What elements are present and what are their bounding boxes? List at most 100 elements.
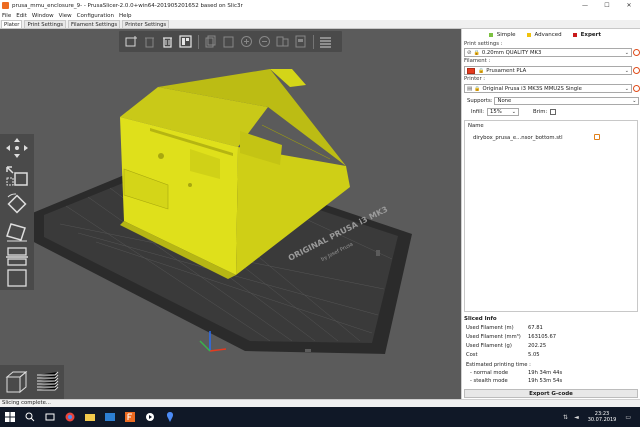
object-list[interactable]: Name dirybox_prusa_e...nsor_bottom.stl [464,120,638,312]
photos-icon[interactable] [100,407,120,427]
printer-gear-icon[interactable] [633,85,640,92]
delete-all-icon[interactable] [159,34,175,50]
filament-color-swatch[interactable] [467,67,475,74]
rotate-icon[interactable] [3,192,31,216]
system-tray: ⇅ ◄ 23:23 30.07.2019 ▭ [560,407,634,427]
menu-edit[interactable]: Edit [16,13,27,19]
file-explorer-icon[interactable] [80,407,100,427]
info-value: 67.81 [528,325,543,331]
menu-file[interactable]: File [2,13,11,19]
object-list-header: Name [468,123,484,129]
mode-expert[interactable]: Expert [572,32,601,38]
menu-configuration[interactable]: Configuration [77,13,114,19]
title-bar: prusa_mmu_enclosure_9- - PrusaSlicer-2.0… [0,0,640,11]
info-value: 19h 34m 44s [528,370,563,376]
info-label: Used Filament (m) [466,325,514,331]
tab-printer-settings[interactable]: Printer Settings [122,20,170,28]
mode-simple[interactable]: Simple [488,32,516,38]
support-points-icon[interactable] [3,266,31,290]
prusaslicer-icon [2,2,9,9]
add-instance-icon[interactable] [238,34,254,50]
sidebar: Simple Advanced Expert Print settings : … [461,29,640,399]
chevron-down-icon: ⌄ [624,86,629,92]
mode-advanced[interactable]: Advanced [526,32,562,38]
info-label: Used Filament (mm³) [466,334,521,340]
filament-value: Prusament PLA [486,67,527,74]
object-list-item[interactable]: dirybox_prusa_e...nsor_bottom.stl [473,135,563,141]
menu-help[interactable]: Help [119,13,132,19]
taskbar: ⇅ ◄ 23:23 30.07.2019 ▭ [0,407,640,427]
filament-label: Filament : [464,58,491,64]
print-settings-value: 0.20mm QUALITY MK3 [481,49,542,56]
search-icon[interactable] [20,407,40,427]
sliced-info-panel: Sliced Info Used Filament (m) 67.81 Used… [464,316,638,389]
copy-icon[interactable] [202,34,218,50]
toolbar-separator [313,34,314,49]
expert-mode-dot-icon [572,33,577,37]
info-label: Used Filament (g) [466,343,512,349]
lock-icon: 🔒 [478,67,485,74]
infill-combo[interactable]: 15% ⌄ [486,108,519,116]
left-toolbar [0,134,34,290]
printer-icon: ▤ [467,85,473,92]
scene-canvas[interactable]: ORIGINAL PRUSA i3 MK3 by Josef Prusa [0,29,461,399]
close-button[interactable]: ✕ [618,0,640,11]
tab-print-settings[interactable]: Print Settings [24,20,67,28]
brim-checkbox[interactable] [550,109,557,115]
scale-icon[interactable] [3,164,31,188]
move-icon[interactable] [3,136,31,160]
minimize-button[interactable]: — [574,0,596,11]
3d-viewport[interactable]: ORIGINAL PRUSA i3 MK3 by Josef Prusa [0,29,461,399]
prusaslicer-taskbar-icon[interactable] [160,407,180,427]
app-f-icon[interactable] [120,407,140,427]
supports-label: Supports: [467,98,493,104]
remove-instance-icon[interactable] [256,34,272,50]
chevron-down-icon: ⌄ [624,50,629,56]
chevron-down-icon: ⌄ [624,68,629,74]
chrome-icon[interactable] [60,407,80,427]
flag-icon: ⊘ [467,49,472,56]
preview-icon[interactable] [33,368,61,396]
supports-combo[interactable]: None ⌄ [494,97,640,105]
media-icon[interactable] [140,407,160,427]
menu-window[interactable]: Window [32,13,54,19]
clock[interactable]: 23:23 30.07.2019 [588,411,617,423]
place-on-face-icon[interactable] [3,220,31,244]
split-parts-icon[interactable] [292,34,308,50]
volume-icon[interactable]: ◄ [574,414,579,421]
network-icon[interactable]: ⇅ [563,414,568,421]
notification-icon[interactable]: ▭ [625,414,631,421]
3d-view-icon[interactable] [3,368,31,396]
layers-editing-icon[interactable] [317,34,333,50]
print-settings-combo[interactable]: ⊘ 🔒 0.20mm QUALITY MK3 ⌄ [464,48,632,57]
supports-row: Supports: None ⌄ [467,97,640,105]
tab-plater[interactable]: Plater [1,20,23,28]
simple-mode-dot-icon [488,33,493,37]
edit-icon[interactable] [594,134,600,140]
filament-gear-icon[interactable] [633,67,640,74]
info-value: 202.25 [528,343,547,349]
arrange-icon[interactable] [177,34,193,50]
menu-view[interactable]: View [59,13,72,19]
view-toggle-bar [0,365,64,399]
tab-filament-settings[interactable]: Filament Settings [68,20,121,28]
maximize-button[interactable]: ☐ [596,0,618,11]
mode-simple-label: Simple [496,32,516,38]
split-objects-icon[interactable] [274,34,290,50]
add-icon[interactable] [123,34,139,50]
paste-icon[interactable] [220,34,236,50]
filament-combo[interactable]: 🔒 Prusament PLA ⌄ [464,66,632,75]
info-value: 19h 53m 54s [528,378,563,384]
info-label: Cost [466,352,478,358]
info-label: - normal mode [470,370,509,376]
printer-combo[interactable]: ▤ 🔒 Original Prusa i3 MK3S MMU2S Single … [464,84,632,93]
export-gcode-button[interactable]: Export G-code [464,389,638,398]
windows-start-icon[interactable] [0,407,20,427]
task-view-icon[interactable] [40,407,60,427]
print-settings-gear-icon[interactable] [633,49,640,56]
window-title: prusa_mmu_enclosure_9- - PrusaSlicer-2.0… [12,2,243,9]
infill-label: Infill: [471,109,484,115]
sliced-info-title: Sliced Info [464,316,497,322]
delete-icon[interactable] [141,34,157,50]
cut-icon[interactable] [3,244,31,268]
